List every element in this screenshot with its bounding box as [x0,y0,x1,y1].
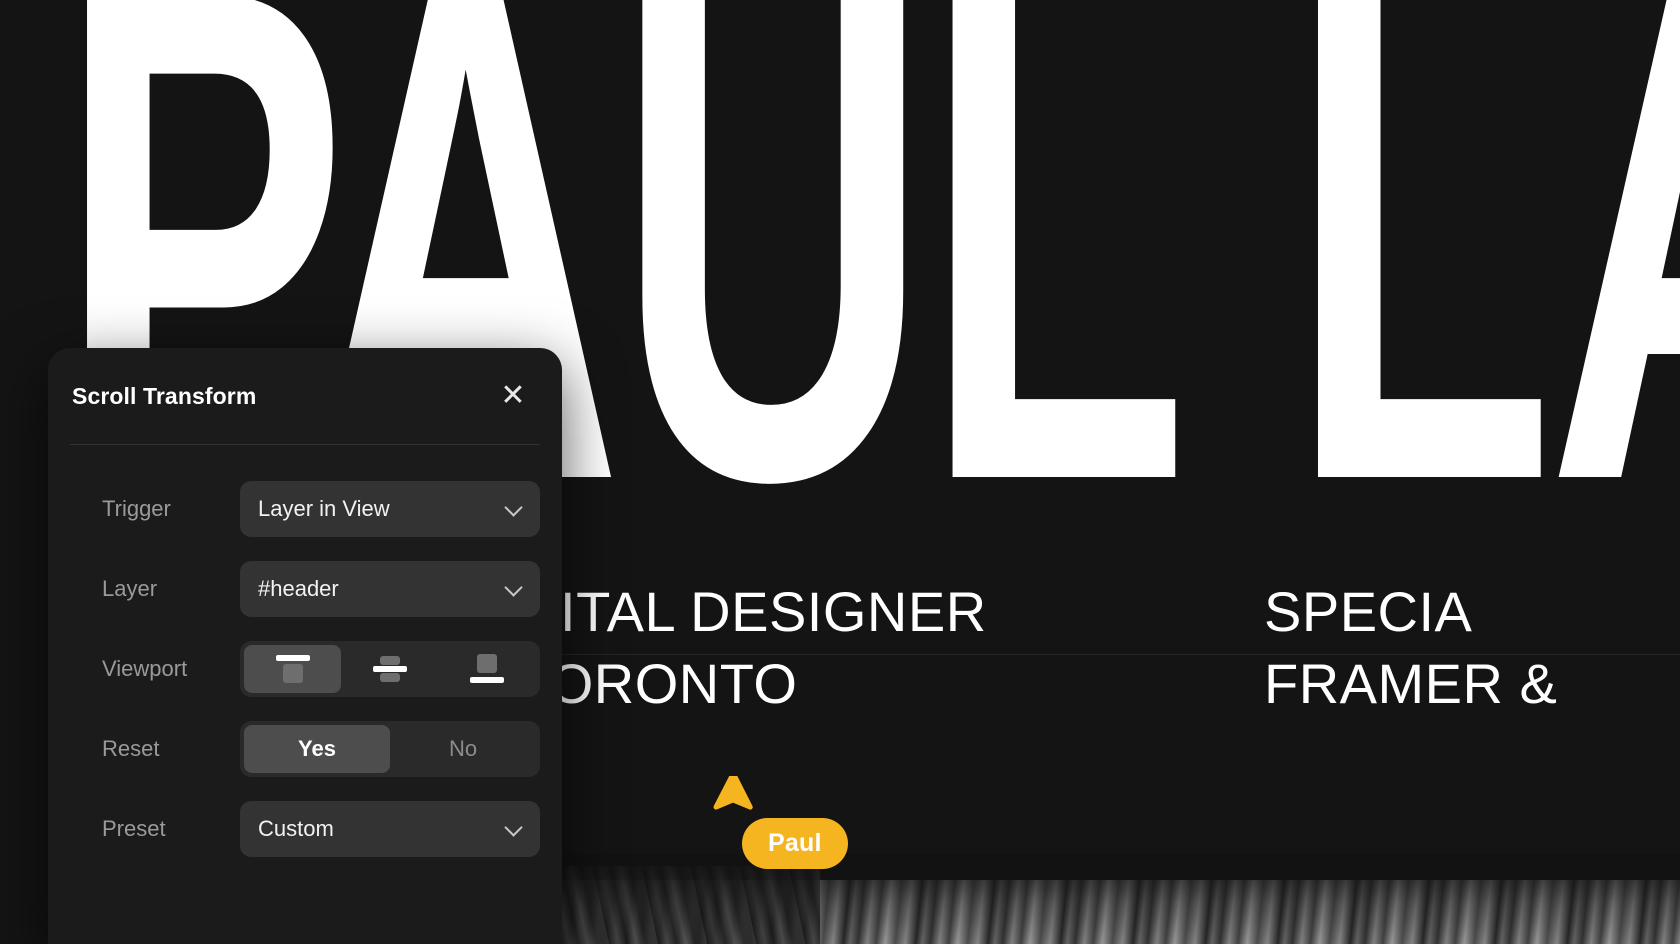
preset-select-value: Custom [258,816,334,841]
trigger-select[interactable]: Layer in View [240,481,540,537]
viewport-bottom-option[interactable] [439,645,536,693]
layer-select-value: #header [258,576,339,601]
reset-label: Reset [102,736,160,761]
hero-subtext-role: GITAL DESIGNER [516,580,987,643]
chevron-down-icon [506,820,522,836]
preset-control: Custom [240,801,540,857]
hero-subtext-right-column: SPECIA FRAMER & [1264,576,1557,720]
reset-segmented-control: Yes No [240,721,540,777]
row-preset: Preset Custom [70,789,540,869]
scroll-transform-panel: Scroll Transform ✕ Trigger Layer in View… [48,348,562,944]
hero-subtext-left-column: GITAL DESIGNER TORONTO [516,576,987,720]
chevron-down-icon [506,500,522,516]
layer-control: #header [240,561,540,617]
viewport-middle-icon [370,654,410,684]
panel-rows: Trigger Layer in View Layer #header View… [48,445,562,869]
hero-subtext-specialty: SPECIA [1264,580,1473,643]
hero-photo-strip-left [560,866,820,944]
row-layer: Layer #header [70,549,540,629]
viewport-segmented-control [240,641,540,697]
trigger-select-value: Layer in View [258,496,390,521]
panel-header: Scroll Transform ✕ [48,348,562,444]
hero-subtext-city: TORONTO [516,652,798,715]
viewport-label: Viewport [102,656,188,681]
row-reset: Reset Yes No [70,709,540,789]
close-icon[interactable]: ✕ [496,379,530,413]
chevron-down-icon [506,580,522,596]
trigger-control: Layer in View [240,481,540,537]
row-trigger: Trigger Layer in View [70,469,540,549]
cursor-user-label: Paul [742,818,848,869]
preset-label: Preset [102,816,166,841]
viewport-control [240,641,540,697]
viewport-bottom-icon [467,654,507,684]
preset-select[interactable]: Custom [240,801,540,857]
layer-label: Layer [102,576,158,601]
reset-control: Yes No [240,721,540,777]
row-viewport: Viewport [70,629,540,709]
hero-subtext-tools: FRAMER & [1264,652,1558,715]
trigger-label: Trigger [102,496,171,521]
viewport-middle-option[interactable] [341,645,438,693]
viewport-top-option[interactable] [244,645,342,693]
reset-yes-option[interactable]: Yes [244,725,390,773]
reset-no-option[interactable]: No [390,725,536,773]
viewport-top-icon [273,654,313,684]
layer-select[interactable]: #header [240,561,540,617]
screen-root: PAUL LAPI GITAL DESIGNER TORONTO SPECIA … [0,0,1680,944]
panel-title: Scroll Transform [72,382,257,409]
